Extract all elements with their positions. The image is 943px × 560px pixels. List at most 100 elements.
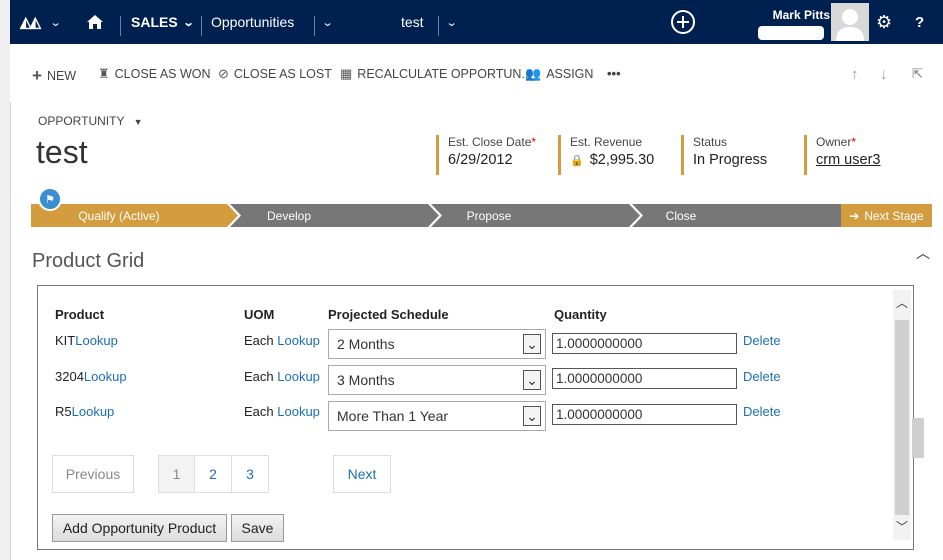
arrow-right-icon: ➔ bbox=[849, 208, 860, 223]
owner-link[interactable]: crm user3 bbox=[816, 152, 880, 168]
new-button[interactable]: + NEW bbox=[32, 66, 76, 86]
chevron-down-icon: ⌄ bbox=[523, 334, 541, 354]
chevron-down-icon: ⌄ bbox=[523, 406, 541, 426]
dynamics-logo-icon: ◭◭ bbox=[20, 14, 41, 31]
chevron-down-icon: ⌄ bbox=[523, 370, 541, 390]
stage-close[interactable]: Close bbox=[631, 204, 731, 227]
record-label: test bbox=[401, 14, 424, 30]
delete-link[interactable]: Delete bbox=[743, 333, 781, 348]
recalculate-button[interactable]: ▦ RECALCULATE OPPORTUN... bbox=[340, 66, 532, 82]
previous-record-button[interactable]: ↑ bbox=[851, 66, 859, 83]
field-label: Owner bbox=[816, 135, 852, 149]
delete-link[interactable]: Delete bbox=[743, 369, 781, 384]
module-menu[interactable]: SALES ⌄ bbox=[131, 0, 194, 44]
new-label: NEW bbox=[46, 69, 77, 83]
next-stage-button[interactable]: ➔ Next Stage bbox=[841, 204, 932, 227]
add-opportunity-product-button[interactable]: Add Opportunity Product bbox=[52, 514, 227, 542]
product-name: R5 bbox=[55, 404, 72, 419]
user-silhouette-icon bbox=[836, 9, 864, 41]
scroll-down-button[interactable]: ﹀ bbox=[894, 518, 910, 535]
nav-separator bbox=[201, 16, 202, 36]
quantity-input[interactable]: 1.0000000000 bbox=[552, 333, 737, 354]
next-record-button[interactable]: ↓ bbox=[880, 66, 888, 83]
scroll-track bbox=[895, 320, 909, 515]
status-field[interactable]: Status In Progress bbox=[681, 135, 767, 175]
scroll-thumb[interactable] bbox=[912, 418, 924, 458]
column-header-quantity: Quantity bbox=[554, 307, 607, 322]
dynamics-logo-menu[interactable]: ◭◭ ⌄ bbox=[20, 0, 62, 44]
page-1-button[interactable]: 1 bbox=[158, 455, 195, 493]
scroll-up-button[interactable]: ︿ bbox=[894, 294, 910, 311]
schedule-select[interactable]: More Than 1 Year ⌄ bbox=[328, 401, 546, 431]
schedule-select[interactable]: 3 Months ⌄ bbox=[328, 365, 546, 395]
quantity-input[interactable]: 1.0000000000 bbox=[552, 404, 737, 425]
record-link[interactable]: test bbox=[401, 0, 424, 44]
help-icon: ? bbox=[915, 13, 925, 31]
ribbon-award-icon: ♜ bbox=[98, 66, 110, 81]
field-value: 6/29/2012 bbox=[448, 152, 513, 168]
area-menu-chevron[interactable]: ⌄ bbox=[317, 0, 334, 44]
redacted-org-name bbox=[758, 26, 824, 40]
uom-lookup-link[interactable]: Lookup bbox=[277, 404, 320, 419]
nav-separator bbox=[120, 16, 121, 36]
owner-field[interactable]: Owner* crm user3 bbox=[804, 135, 880, 175]
stage-develop[interactable]: Develop bbox=[231, 204, 347, 227]
plus-icon: + bbox=[32, 66, 42, 85]
process-flag-button[interactable]: ⚑ bbox=[38, 187, 62, 211]
est-close-date-field[interactable]: Est. Close Date* 6/29/2012 bbox=[436, 135, 536, 175]
lock-icon: 🔒 bbox=[570, 155, 584, 167]
save-button[interactable]: Save bbox=[231, 514, 284, 542]
next-page-button[interactable]: Next bbox=[333, 455, 391, 493]
people-icon: 👥 bbox=[525, 66, 542, 81]
stage-label: Develop bbox=[266, 208, 312, 223]
close-as-lost-button[interactable]: ⊘ CLOSE AS LOST bbox=[218, 66, 332, 82]
gear-icon: ⚙ bbox=[876, 11, 893, 32]
est-revenue-field: Est. Revenue 🔒 $2,995.30 bbox=[558, 135, 654, 175]
product-lookup-link[interactable]: Lookup bbox=[84, 369, 127, 384]
area-link[interactable]: Opportunities bbox=[211, 0, 294, 44]
home-button[interactable] bbox=[86, 0, 104, 44]
create-button[interactable] bbox=[670, 0, 696, 44]
schedule-select[interactable]: 2 Months ⌄ bbox=[328, 329, 546, 359]
required-marker: * bbox=[531, 135, 537, 149]
uom-lookup-link[interactable]: Lookup bbox=[277, 369, 320, 384]
page-title: test bbox=[36, 134, 88, 170]
previous-page-button[interactable]: Previous bbox=[52, 455, 134, 493]
product-lookup-link[interactable]: Lookup bbox=[75, 333, 118, 348]
stage-label: Qualify (Active) bbox=[78, 208, 160, 223]
stage-propose[interactable]: Propose bbox=[431, 204, 547, 227]
uom-name: Each bbox=[244, 333, 274, 348]
assign-button[interactable]: 👥 ASSIGN bbox=[525, 66, 593, 82]
settings-button[interactable]: ⚙ bbox=[876, 0, 892, 44]
uom-lookup-link[interactable]: Lookup bbox=[277, 333, 320, 348]
stage-label: Close bbox=[665, 208, 697, 223]
product-lookup-link[interactable]: Lookup bbox=[72, 404, 115, 419]
schedule-value: 2 Months bbox=[337, 336, 395, 352]
top-nav-bar: ◭◭ ⌄ SALES ⌄ Opportunities ⌄ test ⌄ Mark… bbox=[10, 0, 943, 44]
chevron-down-icon: ⌄ bbox=[321, 16, 334, 29]
entity-selector[interactable]: OPPORTUNITY ▼ bbox=[38, 114, 143, 128]
home-icon bbox=[87, 15, 103, 29]
area-label: Opportunities bbox=[211, 14, 295, 30]
chevron-down-icon: ⌄ bbox=[49, 16, 62, 29]
user-info[interactable]: Mark Pitts bbox=[752, 8, 830, 42]
close-as-lost-label: CLOSE AS LOST bbox=[233, 67, 332, 81]
page-2-button[interactable]: 2 bbox=[194, 455, 232, 493]
table-row-uom: Each Lookup bbox=[244, 404, 320, 419]
more-commands-button[interactable]: ••• bbox=[607, 66, 621, 81]
arrow-up-icon: ↑ bbox=[851, 66, 859, 83]
prohibited-icon: ⊘ bbox=[218, 66, 229, 81]
field-value: In Progress bbox=[693, 152, 768, 168]
delete-link[interactable]: Delete bbox=[743, 404, 781, 419]
page-scroll-up-button[interactable]: ︿ bbox=[916, 243, 930, 263]
avatar[interactable] bbox=[831, 3, 869, 41]
caret-down-icon: ▼ bbox=[133, 117, 143, 127]
page-3-button[interactable]: 3 bbox=[231, 455, 269, 493]
help-button[interactable]: ? bbox=[915, 0, 924, 44]
grid-scrollbar[interactable]: ︿ ﹀ bbox=[893, 290, 924, 540]
record-menu-chevron[interactable]: ⌄ bbox=[441, 0, 458, 44]
column-header-uom: UOM bbox=[244, 307, 275, 322]
quantity-input[interactable]: 1.0000000000 bbox=[552, 368, 737, 389]
expand-button[interactable]: ⇱ bbox=[912, 66, 923, 82]
close-as-won-button[interactable]: ♜ CLOSE AS WON bbox=[98, 66, 211, 82]
